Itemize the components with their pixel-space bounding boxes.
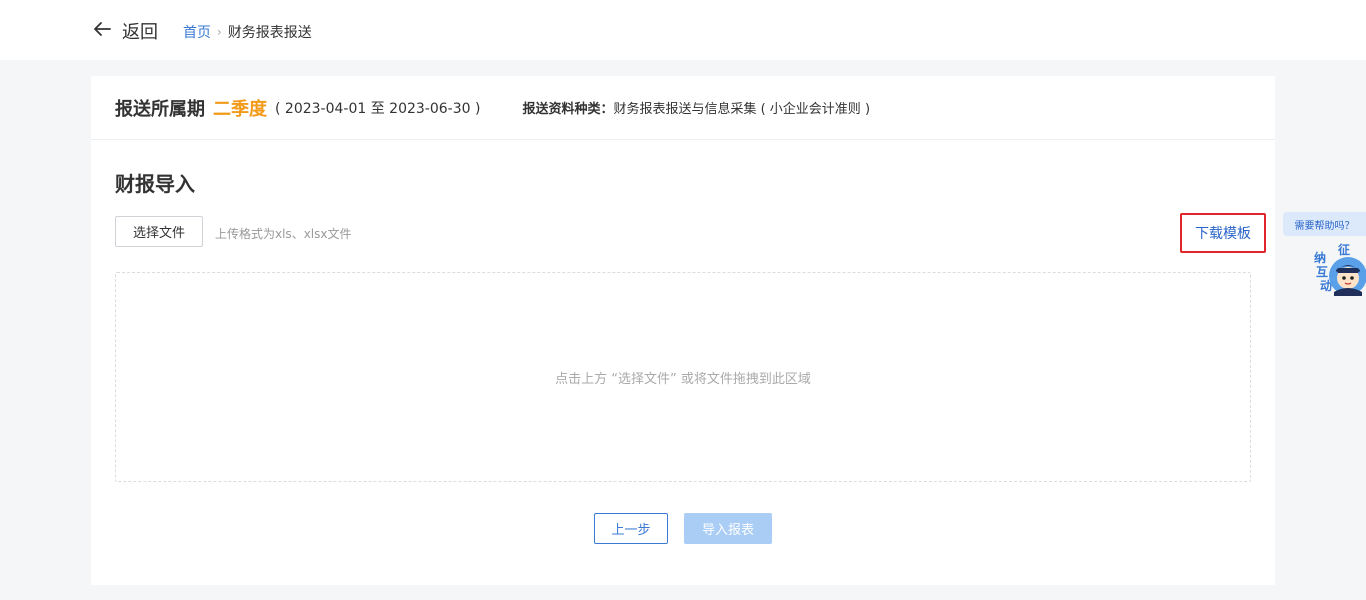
material-type-label: 报送资料种类： xyxy=(522,102,614,117)
assistant-avatar[interactable]: 征 纳 互 动 xyxy=(1310,242,1366,300)
import-report-button[interactable]: 导入报表 xyxy=(684,513,772,544)
section-title: 财报导入 xyxy=(115,172,195,196)
breadcrumb-home-link[interactable]: 首页 xyxy=(183,22,211,42)
file-dropzone[interactable]: 点击上方 “选择文件” 或将文件拖拽到此区域 xyxy=(115,272,1251,482)
download-template-button[interactable]: 下载模板 xyxy=(1180,213,1266,253)
back-label: 返回 xyxy=(122,22,158,43)
breadcrumb: 首页 › 财务报表报送 xyxy=(183,22,312,42)
dropzone-text: 点击上方 “选择文件” 或将文件拖拽到此区域 xyxy=(555,371,811,387)
top-bar: 返回 首页 › 财务报表报送 xyxy=(0,0,1366,60)
back-button[interactable]: 返回 xyxy=(92,18,158,44)
assistant-char-1: 征 xyxy=(1338,243,1351,257)
period-header: 报送所属期 二季度 ( 2023-04-01 至 2023-06-30 ) 报送… xyxy=(91,76,1275,140)
assistant-character-icon xyxy=(1329,257,1366,296)
choose-file-button[interactable]: 选择文件 xyxy=(115,216,203,247)
chevron-right-icon: › xyxy=(217,25,222,39)
upload-format-hint: 上传格式为xls、xlsx文件 xyxy=(215,227,352,241)
assistant-char-2: 纳 xyxy=(1314,251,1327,265)
arrow-left-icon xyxy=(92,19,112,43)
period-label: 报送所属期 xyxy=(115,98,205,120)
breadcrumb-current: 财务报表报送 xyxy=(227,25,312,41)
prev-step-button[interactable]: 上一步 xyxy=(594,513,668,544)
help-bubble[interactable]: 需要帮助吗？ xyxy=(1283,212,1366,236)
period-range: ( 2023-04-01 至 2023-06-30 ) xyxy=(275,100,481,117)
material-type-value: 财务报表报送与信息采集 ( 小企业会计准则 ) xyxy=(613,102,871,117)
period-value: 二季度 xyxy=(213,98,267,120)
main-card: 报送所属期 二季度 ( 2023-04-01 至 2023-06-30 ) 报送… xyxy=(91,76,1275,585)
assistant-char-3: 互 xyxy=(1316,265,1329,279)
